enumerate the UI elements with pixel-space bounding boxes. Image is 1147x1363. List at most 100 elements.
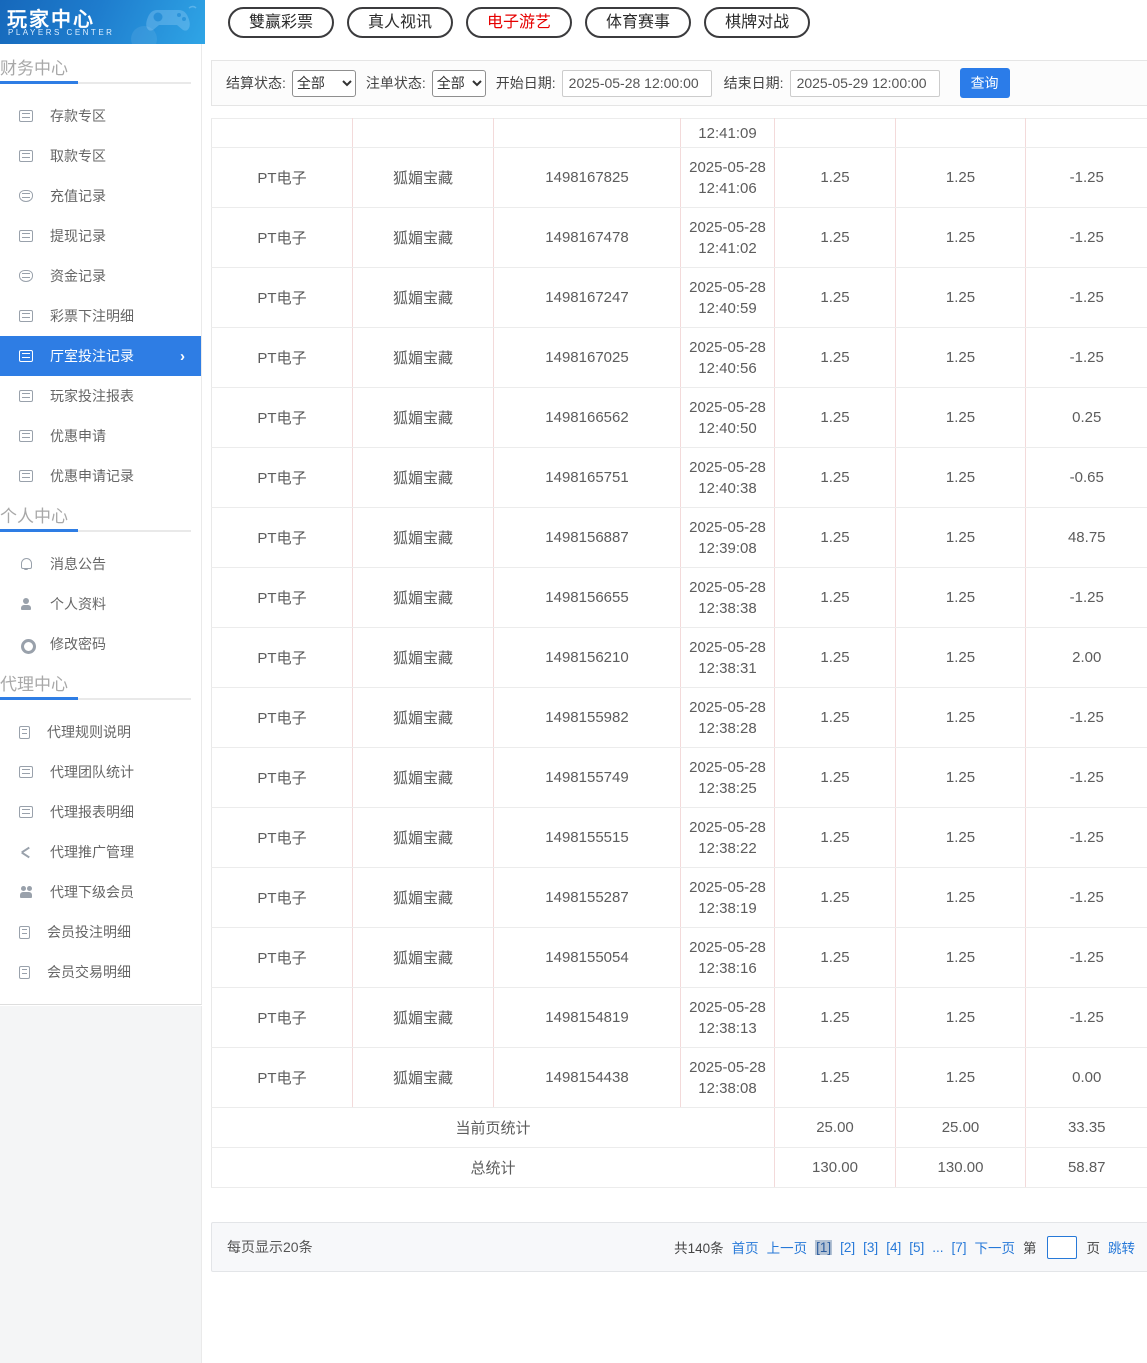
sidebar: 财务中心 存款专区 › 取款专区 › 充值记录 › 提现记录 [0, 44, 202, 1005]
cell-time: 2025-05-28 12:40:59 [680, 267, 775, 328]
cell-valid: 1.25 [895, 207, 1026, 268]
total-summary-valid: 130.00 [895, 1147, 1026, 1188]
sidebar-personal-items: 消息公告 个人资料 修改密码 [0, 544, 201, 664]
sidebar-item[interactable]: 会员投注明细 [0, 912, 201, 952]
cell-bet: 1.25 [774, 207, 896, 268]
table-row: PT电子 狐媚宝藏 1498155287 2025-05-28 12:38:19… [211, 867, 1147, 928]
cell-valid: 1.25 [895, 927, 1026, 988]
settle-status-select[interactable]: 全部 [291, 69, 356, 97]
sidebar-item[interactable]: 会员交易明细 [0, 952, 201, 992]
sidebar-item[interactable]: 资金记录 › [0, 256, 201, 296]
cell-valid: 1.25 [895, 147, 1026, 208]
table-body: 12:41:09 PT电子 狐媚宝藏 1498167825 2025-05-28… [211, 118, 1147, 1108]
cell-bet: 1.25 [774, 387, 896, 448]
sidebar-item[interactable]: 提现记录 › [0, 216, 201, 256]
date-text: 2025-05-28 [689, 818, 766, 836]
cell-time: 2025-05-28 12:38:28 [680, 687, 775, 748]
tab-live-casino[interactable]: 真人视讯 [347, 7, 454, 38]
sidebar-item[interactable]: 存款专区 › [0, 96, 201, 136]
jump-page-input[interactable] [1046, 1235, 1077, 1259]
jump-button[interactable]: 跳转 [1108, 1237, 1135, 1257]
sidebar-item-icon [19, 230, 33, 242]
cell-order-no: 1498155749 [493, 747, 681, 808]
cell-winloss [1025, 118, 1147, 148]
cell-platform: PT电子 [211, 147, 353, 208]
start-date-input[interactable] [561, 69, 712, 97]
end-date-input[interactable] [789, 69, 940, 97]
sidebar-item[interactable]: 玩家投注报表 › [0, 376, 201, 416]
sidebar-item[interactable]: 充值记录 › [0, 176, 201, 216]
sidebar-item-label: 彩票下注明细 [50, 308, 134, 324]
time-text: 12:38:13 [698, 1019, 757, 1037]
sidebar-item-label: 存款专区 [50, 108, 106, 124]
sidebar-item[interactable]: 优惠申请 › [0, 416, 201, 456]
cell-platform: PT电子 [211, 987, 353, 1048]
sidebar-item[interactable]: 代理下级会员 [0, 872, 201, 912]
first-page-link[interactable]: 首页 [732, 1237, 759, 1257]
cell-time: 2025-05-28 12:40:50 [680, 387, 775, 448]
sidebar-item[interactable]: 修改密码 [0, 624, 201, 664]
sidebar-item[interactable]: 消息公告 [0, 544, 201, 584]
prev-page-link[interactable]: 上一页 [767, 1237, 808, 1257]
sidebar-item[interactable]: 代理规则说明 [0, 712, 201, 752]
cell-platform: PT电子 [211, 927, 353, 988]
sidebar-item[interactable]: 代理推广管理 [0, 832, 201, 872]
total-summary-bet: 130.00 [774, 1147, 896, 1188]
date-text: 2025-05-28 [689, 518, 766, 536]
tab-sports[interactable]: 体育赛事 [585, 7, 692, 38]
cell-valid: 1.25 [895, 807, 1026, 868]
table-row-partial: 12:41:09 [211, 118, 1147, 148]
cell-order-no: 1498156887 [493, 507, 681, 568]
cell-valid: 1.25 [895, 987, 1026, 1048]
sidebar-item[interactable]: 代理团队统计 [0, 752, 201, 792]
cell-winloss: -1.25 [1025, 807, 1147, 868]
query-button[interactable]: 查询 [959, 68, 1010, 98]
cell-game: 狐媚宝藏 [352, 267, 494, 328]
cell-winloss: -1.25 [1025, 267, 1147, 328]
time-text: 12:40:50 [698, 419, 757, 437]
sidebar-item[interactable]: 取款专区 › [0, 136, 201, 176]
order-status-label: 注单状态: [365, 75, 426, 91]
end-date-label: 结束日期: [723, 75, 784, 91]
time-text: 12:39:08 [698, 539, 757, 557]
sidebar-item-label: 厅室投注记录 [50, 348, 134, 364]
time-text: 12:40:59 [698, 299, 757, 317]
tab-board-games[interactable]: 棋牌对战 [704, 7, 811, 38]
cell-platform: PT电子 [211, 747, 353, 808]
date-text: 2025-05-28 [689, 338, 766, 356]
cell-platform: PT电子 [211, 387, 353, 448]
start-date-label: 开始日期: [495, 75, 556, 91]
table-row: PT电子 狐媚宝藏 1498156655 2025-05-28 12:38:38… [211, 567, 1147, 628]
sidebar-item-label: 代理报表明细 [50, 804, 134, 820]
gamepad-icon [146, 5, 197, 31]
sidebar-item[interactable]: 厅室投注记录 › [0, 336, 201, 376]
sidebar-item-icon [19, 150, 33, 162]
sidebar-item[interactable]: 彩票下注明细 › [0, 296, 201, 336]
tab-electronic-games[interactable]: 电子游艺 [466, 7, 573, 38]
sidebar-item[interactable]: 优惠申请记录 › [0, 456, 201, 496]
next-page-link[interactable]: 下一页 [975, 1237, 1016, 1257]
date-text: 2025-05-28 [689, 758, 766, 776]
page-link[interactable]: [2] [840, 1240, 855, 1255]
cell-game: 狐媚宝藏 [352, 387, 494, 448]
sidebar-item[interactable]: 代理报表明细 [0, 792, 201, 832]
cell-valid [895, 118, 1026, 148]
page-link-current[interactable]: [1] [815, 1239, 833, 1255]
cell-winloss: -1.25 [1025, 987, 1147, 1048]
cell-platform [211, 118, 353, 148]
tab-lottery[interactable]: 雙赢彩票 [228, 7, 335, 38]
cell-bet: 1.25 [774, 567, 896, 628]
order-status-select[interactable]: 全部 [431, 69, 486, 97]
cell-valid: 1.25 [895, 267, 1026, 328]
page-link[interactable]: [5] [909, 1240, 924, 1255]
date-text: 2025-05-28 [689, 398, 766, 416]
cell-game: 狐媚宝藏 [352, 507, 494, 568]
page-link[interactable]: [3] [863, 1240, 878, 1255]
date-text: 2025-05-28 [689, 638, 766, 656]
page-link[interactable]: [4] [886, 1240, 901, 1255]
cell-order-no: 1498167247 [493, 267, 681, 328]
sidebar-item[interactable]: 个人资料 [0, 584, 201, 624]
page-link[interactable]: [7] [951, 1240, 966, 1255]
time-text: 12:38:16 [698, 959, 757, 977]
cell-order-no: 1498154438 [493, 1047, 681, 1108]
